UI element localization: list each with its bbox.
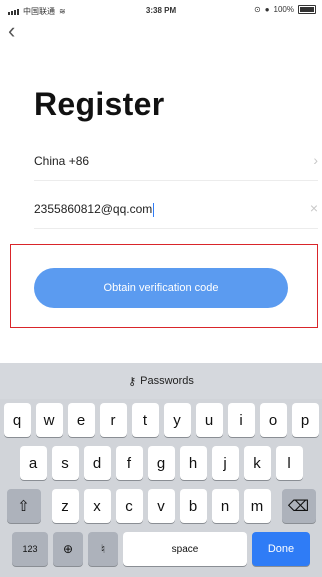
key-e[interactable]: e	[67, 403, 95, 437]
page-title: Register	[34, 86, 165, 122]
key-w[interactable]: w	[35, 403, 63, 437]
chevron-right-icon: ›	[313, 152, 318, 168]
key-u[interactable]: u	[195, 403, 223, 437]
key-p[interactable]: p	[291, 403, 319, 437]
key-b[interactable]: b	[179, 489, 207, 523]
lock-rotation-icon: ⊙	[253, 5, 261, 14]
status-bar: 中国联通 ≋ 3:38 PM ⊙ ● 100%	[0, 0, 322, 20]
key-n[interactable]: n	[211, 489, 239, 523]
keyboard-row-4: 123 ⊕ ♮ space Done	[0, 532, 322, 566]
microphone-icon[interactable]: ♮	[88, 532, 118, 566]
alarm-icon: ●	[264, 5, 270, 14]
key-o[interactable]: o	[259, 403, 287, 437]
shift-key-icon[interactable]: ⇧	[6, 489, 41, 523]
email-value: 2355860812@qq.com	[34, 202, 153, 216]
obtain-verification-code-button[interactable]: Obtain verification code	[34, 268, 288, 308]
text-cursor	[153, 202, 155, 217]
key-y[interactable]: y	[163, 403, 191, 437]
email-field[interactable]: 2355860812@qq.com ×	[34, 192, 318, 229]
status-right: ⊙ ● 100%	[254, 5, 316, 14]
done-key[interactable]: Done	[252, 532, 310, 566]
key-m[interactable]: m	[243, 489, 271, 523]
key-f[interactable]: f	[115, 446, 143, 480]
keyboard-row-3: ⇧ z x c v b n m ⌫	[0, 489, 322, 523]
key-s[interactable]: s	[51, 446, 79, 480]
space-key[interactable]: space	[123, 532, 247, 566]
keyboard-passwords-bar[interactable]: ⚷ Passwords	[0, 363, 322, 399]
globe-icon[interactable]: ⊕	[53, 532, 83, 566]
clear-icon[interactable]: ×	[310, 200, 318, 216]
country-selector[interactable]: China +86 ›	[34, 144, 318, 181]
country-value: China +86	[34, 154, 90, 168]
key-h[interactable]: h	[179, 446, 207, 480]
key-l[interactable]: l	[275, 446, 303, 480]
key-z[interactable]: z	[51, 489, 79, 523]
key-k[interactable]: k	[243, 446, 271, 480]
battery-icon	[298, 5, 316, 14]
key-t[interactable]: t	[131, 403, 159, 437]
keyboard-row-2: a s d f g h j k l	[0, 446, 322, 480]
key-icon: ⚷	[128, 375, 137, 388]
key-d[interactable]: d	[83, 446, 111, 480]
key-x[interactable]: x	[83, 489, 111, 523]
key-j[interactable]: j	[211, 446, 239, 480]
key-v[interactable]: v	[147, 489, 175, 523]
delete-key-icon[interactable]: ⌫	[281, 489, 316, 523]
numbers-key[interactable]: 123	[12, 532, 48, 566]
key-a[interactable]: a	[19, 446, 47, 480]
key-c[interactable]: c	[115, 489, 143, 523]
key-g[interactable]: g	[147, 446, 175, 480]
battery-percent: 100%	[273, 5, 294, 14]
key-r[interactable]: r	[99, 403, 127, 437]
key-i[interactable]: i	[227, 403, 255, 437]
email-input-row[interactable]: 2355860812@qq.com	[34, 202, 155, 217]
passwords-label: Passwords	[140, 375, 194, 387]
keyboard: ⚷ Passwords q w e r t y u i o p a s d f …	[0, 363, 322, 577]
back-chevron-icon[interactable]: ‹	[8, 20, 15, 42]
keyboard-row-1: q w e r t y u i o p	[0, 403, 322, 437]
key-q[interactable]: q	[3, 403, 31, 437]
